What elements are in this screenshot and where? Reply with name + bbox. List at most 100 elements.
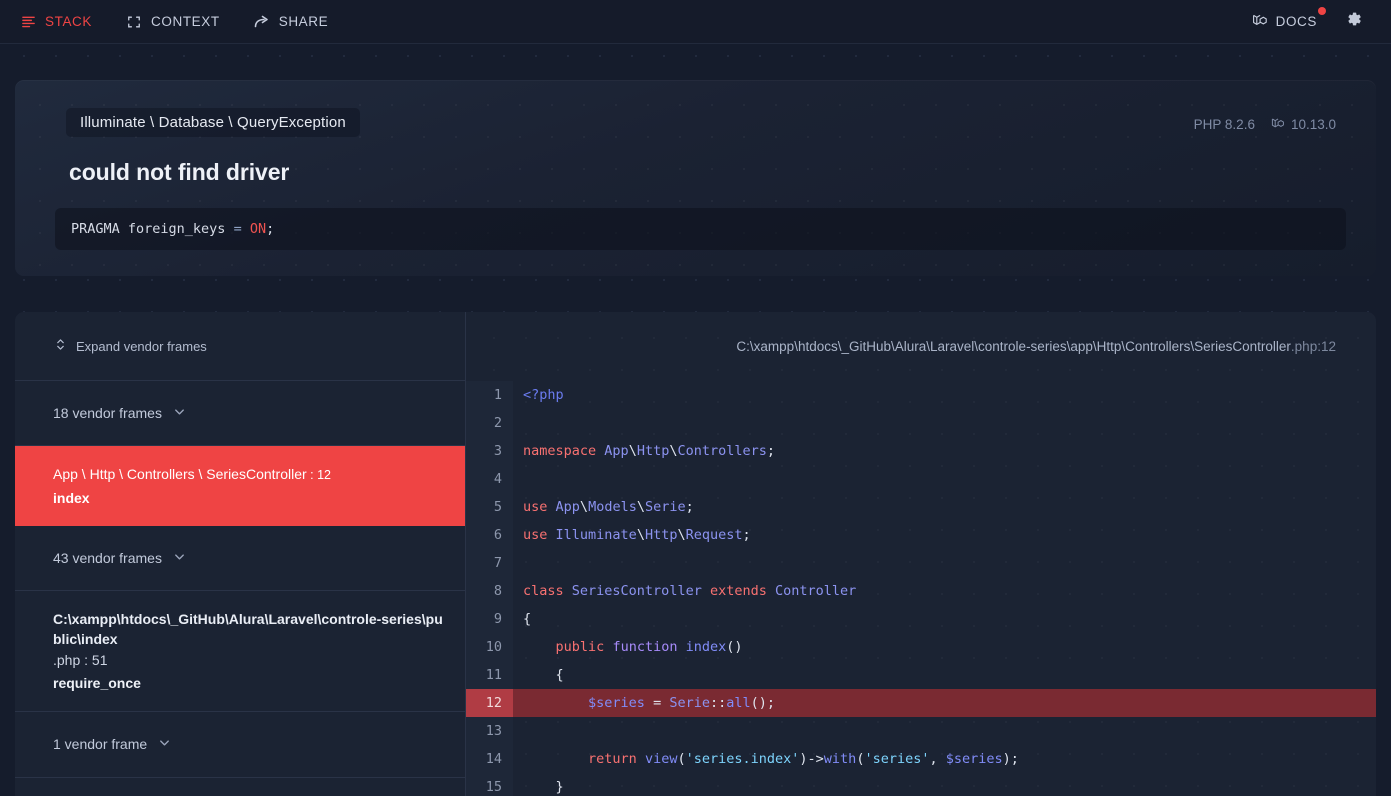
php-version: PHP 8.2.6: [1193, 117, 1255, 132]
share-arrow-icon: [254, 14, 270, 30]
tab-share-label: SHARE: [278, 14, 329, 29]
line-source: <?php: [523, 387, 564, 403]
docs-label: DOCS: [1275, 14, 1317, 29]
code-line: 6 use Illuminate\Http\Request;: [466, 521, 1376, 549]
tab-stack[interactable]: STACK: [18, 11, 94, 33]
brackets-icon: [126, 14, 142, 30]
frame-vendor-group[interactable]: 43 vendor frames: [15, 526, 465, 592]
stack-frames-list: Expand vendor frames 18 vendor frames Ap…: [15, 312, 466, 796]
tab-context-label: CONTEXT: [151, 14, 220, 29]
line-number: 11: [466, 661, 513, 689]
expand-vendor-frames-row: Expand vendor frames: [15, 312, 465, 381]
line-source: $series = Serie::all();: [588, 695, 776, 711]
line-number: 1: [466, 381, 513, 409]
frame-file-ext: .php: [53, 651, 81, 668]
laravel-logo-icon: [1271, 116, 1285, 133]
laravel-version: 10.13.0: [1290, 117, 1336, 132]
line-number: 12: [466, 689, 513, 717]
line-number: 6: [466, 521, 513, 549]
line-source: }: [523, 779, 564, 795]
chevron-down-icon: [158, 734, 171, 754]
code-line: 5 use App\Models\Serie;: [466, 493, 1376, 521]
version-info: PHP 8.2.6 10.13.0: [1194, 108, 1336, 133]
expand-vendor-frames-button[interactable]: Expand vendor frames: [55, 338, 207, 354]
code-line: 10 public function index(): [466, 633, 1376, 661]
tab-share[interactable]: SHARE: [252, 11, 331, 33]
code-line: 1 <?php: [466, 381, 1376, 409]
line-number: 14: [466, 745, 513, 773]
frame-function: index: [53, 489, 90, 506]
exception-summary-card: Illuminate \ Database \ QueryException P…: [15, 80, 1376, 276]
line-number: 9: [466, 605, 513, 633]
code-line: 13: [466, 717, 1376, 745]
code-line: 2: [466, 409, 1376, 437]
frame-class: App \ Http \ Controllers \ SeriesControl…: [53, 466, 307, 483]
line-source: [513, 409, 523, 437]
exception-message: could not find driver: [69, 159, 290, 185]
chevron-down-icon: [173, 548, 186, 568]
code-line: 12 $series = Serie::all();: [466, 689, 1376, 717]
line-number: 3: [466, 437, 513, 465]
line-source: return view('series.index')->with('serie…: [588, 751, 1019, 767]
line-source: {: [523, 611, 532, 627]
chevron-down-icon: [173, 403, 186, 423]
line-source: use App\Models\Serie;: [523, 499, 694, 515]
code-line: 3 namespace App\Http\Controllers;: [466, 437, 1376, 465]
line-source: public function index(): [555, 639, 743, 655]
frame-title: App \ Http \ Controllers \ SeriesControl…: [53, 466, 331, 483]
line-source: namespace App\Http\Controllers;: [523, 443, 776, 459]
laravel-version-group: 10.13.0: [1271, 116, 1336, 133]
source-file-path-text: C:\xampp\htdocs\_GitHub\Alura\Laravel\co…: [736, 339, 1291, 354]
line-source: use Illuminate\Http\Request;: [523, 527, 751, 543]
tab-context[interactable]: CONTEXT: [124, 11, 222, 33]
line-number: 10: [466, 633, 513, 661]
sql-query-block: PRAGMA foreign_keys = ON;: [55, 208, 1346, 250]
code-line: 8 class SeriesController extends Controll…: [466, 577, 1376, 605]
frame-vendor-group[interactable]: 18 vendor frames: [15, 381, 465, 447]
frame-app-public-index[interactable]: C:\xampp\htdocs\_GitHub\Alura\Laravel\co…: [15, 591, 465, 713]
frame-file-path: C:\xampp\htdocs\_GitHub\Alura\Laravel\co…: [53, 611, 443, 648]
code-line: 4: [466, 465, 1376, 493]
chevron-up-down-icon: [55, 338, 66, 354]
code-line: 15 }: [466, 773, 1376, 796]
code-line: 7: [466, 549, 1376, 577]
source-file-ext: .php: [1290, 339, 1318, 354]
code-line: 11 {: [466, 661, 1376, 689]
docs-notification-dot: [1318, 7, 1326, 15]
line-source: [513, 465, 523, 493]
line-source: class SeriesController extends Controlle…: [523, 583, 857, 599]
settings-button[interactable]: [1345, 10, 1363, 33]
frame-line-number: 12: [317, 468, 331, 483]
line-number: 5: [466, 493, 513, 521]
source-file-path: C:\xampp\htdocs\_GitHub\Alura\Laravel\co…: [736, 339, 1336, 354]
query-value: ON: [241, 221, 267, 237]
source-file-line: 12: [1320, 339, 1336, 354]
line-number: 2: [466, 409, 513, 437]
code-line-container: 1 <?php 2 3 namespace App\Http\Controllers; 4…: [466, 381, 1376, 796]
frame-app-seriescontroller[interactable]: App \ Http \ Controllers \ SeriesControl…: [15, 446, 465, 526]
frame-file-ext-line: .php : 51: [53, 651, 108, 668]
source-code-pane: C:\xampp\htdocs\_GitHub\Alura\Laravel\co…: [466, 312, 1376, 796]
frame-function: require_once: [53, 675, 141, 692]
docs-link[interactable]: DOCS: [1252, 7, 1326, 31]
line-number: 15: [466, 773, 513, 796]
frame-vendor-label: 1 vendor frame: [53, 736, 148, 753]
stack-trace-panel: Expand vendor frames 18 vendor frames Ap…: [15, 312, 1376, 796]
exception-class-badge: Illuminate \ Database \ QueryException: [66, 108, 360, 137]
line-number: 13: [466, 717, 513, 745]
query-operator: =: [233, 221, 242, 237]
line-source: [513, 717, 523, 745]
frame-line-number: 51: [91, 651, 108, 668]
line-number: 7: [466, 549, 513, 577]
topbar-right-group: DOCS: [1252, 7, 1373, 33]
expand-vendor-frames-label: Expand vendor frames: [76, 338, 207, 354]
frame-vendor-label: 43 vendor frames: [53, 549, 162, 566]
frame-vendor-label: 18 vendor frames: [53, 405, 162, 421]
line-number: 8: [466, 577, 513, 605]
top-navigation-bar: STACK CONTEXT SHARE DOCS: [0, 0, 1391, 44]
gear-icon: [1345, 10, 1363, 33]
frame-vendor-group[interactable]: 1 vendor frame: [15, 712, 465, 778]
nav-group: STACK CONTEXT SHARE: [18, 11, 330, 33]
laravel-logo-icon: [1252, 12, 1268, 31]
query-suffix: ;: [266, 221, 275, 237]
